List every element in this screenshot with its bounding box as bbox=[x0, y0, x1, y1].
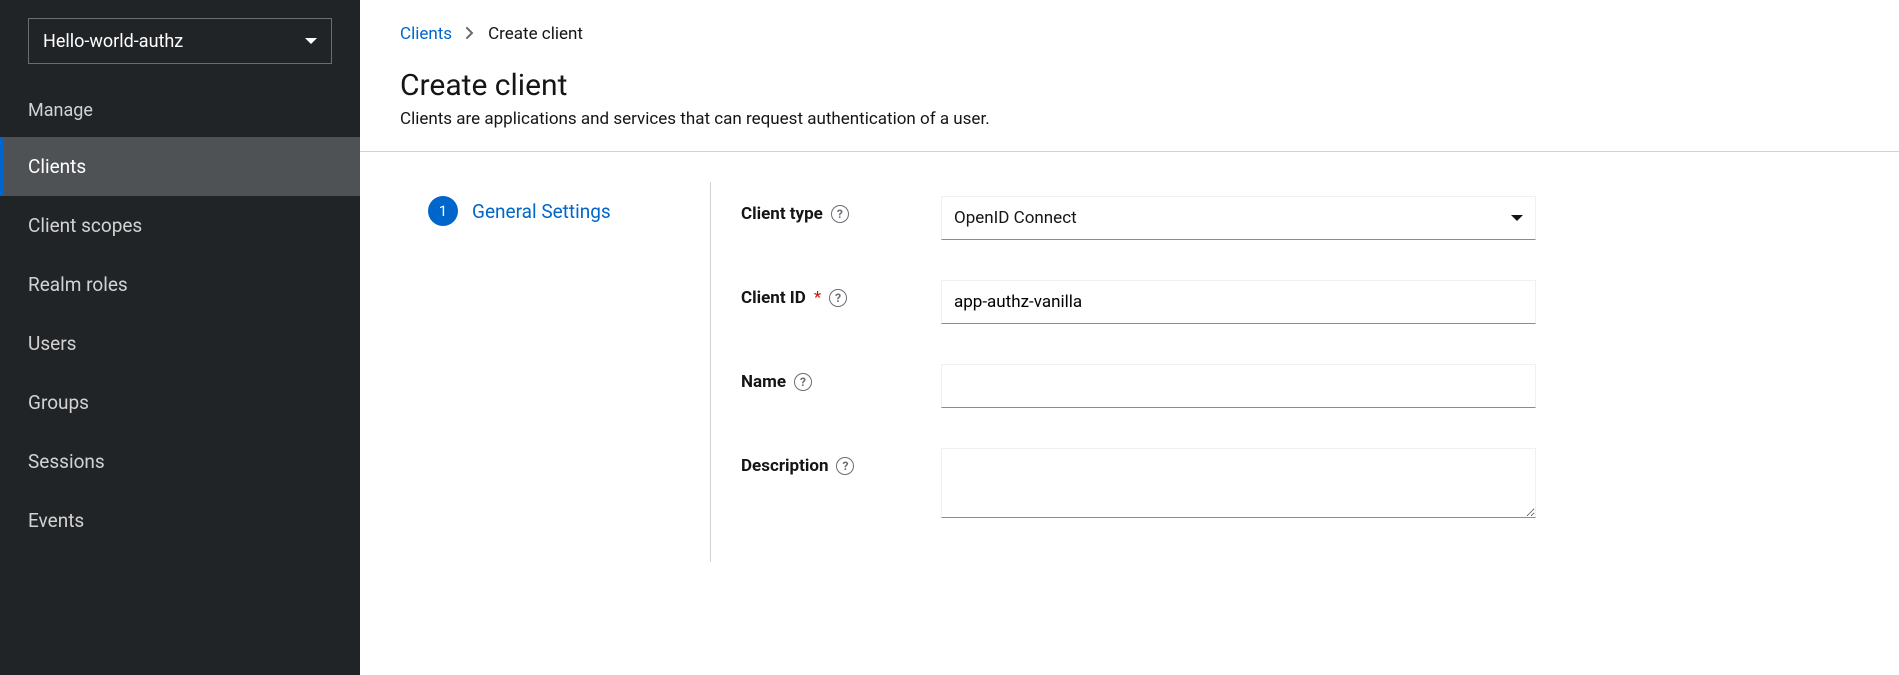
help-icon[interactable]: ? bbox=[831, 205, 849, 223]
client-type-label: Client type ? bbox=[741, 196, 941, 224]
client-type-select[interactable]: OpenID Connect bbox=[941, 196, 1536, 240]
realm-selector-value: Hello-world-authz bbox=[43, 31, 183, 52]
wizard-nav: 1 General Settings bbox=[400, 182, 710, 562]
chevron-down-icon bbox=[1511, 215, 1523, 221]
help-icon[interactable]: ? bbox=[829, 289, 847, 307]
client-type-value: OpenID Connect bbox=[954, 208, 1077, 228]
sidebar-item-realm-roles[interactable]: Realm roles bbox=[0, 255, 360, 314]
page-subtitle: Clients are applications and services th… bbox=[400, 109, 1859, 129]
sidebar-item-events[interactable]: Events bbox=[0, 491, 360, 550]
chevron-down-icon bbox=[305, 38, 317, 44]
wizard-step-general-settings[interactable]: 1 General Settings bbox=[428, 196, 710, 226]
sidebar: Hello-world-authz Manage Clients Client … bbox=[0, 0, 360, 675]
name-input[interactable] bbox=[941, 364, 1536, 408]
name-label: Name ? bbox=[741, 364, 941, 392]
step-number-badge: 1 bbox=[428, 196, 458, 226]
sidebar-item-clients[interactable]: Clients bbox=[0, 137, 360, 196]
client-id-input[interactable] bbox=[941, 280, 1536, 324]
main-content: Clients Create client Create client Clie… bbox=[360, 0, 1899, 675]
breadcrumb-clients-link[interactable]: Clients bbox=[400, 24, 452, 44]
sidebar-item-sessions[interactable]: Sessions bbox=[0, 432, 360, 491]
breadcrumb-current: Create client bbox=[488, 24, 583, 44]
label-text: Name bbox=[741, 372, 786, 392]
divider bbox=[360, 151, 1899, 152]
realm-selector[interactable]: Hello-world-authz bbox=[28, 18, 332, 64]
client-id-label: Client ID * ? bbox=[741, 280, 941, 308]
step-label: General Settings bbox=[472, 200, 611, 223]
form: Client type ? OpenID Connect Client ID bbox=[711, 182, 1859, 562]
description-label: Description ? bbox=[741, 448, 941, 476]
label-text: Description bbox=[741, 456, 828, 476]
help-icon[interactable]: ? bbox=[836, 457, 854, 475]
page-title: Create client bbox=[400, 68, 1859, 103]
chevron-right-icon bbox=[466, 24, 474, 44]
description-input[interactable] bbox=[941, 448, 1536, 518]
label-text: Client ID bbox=[741, 288, 806, 308]
required-indicator: * bbox=[814, 288, 821, 308]
help-icon[interactable]: ? bbox=[794, 373, 812, 391]
label-text: Client type bbox=[741, 204, 823, 224]
nav-section-manage: Manage bbox=[0, 84, 360, 137]
sidebar-item-users[interactable]: Users bbox=[0, 314, 360, 373]
sidebar-item-groups[interactable]: Groups bbox=[0, 373, 360, 432]
sidebar-item-client-scopes[interactable]: Client scopes bbox=[0, 196, 360, 255]
breadcrumb: Clients Create client bbox=[400, 24, 1859, 44]
